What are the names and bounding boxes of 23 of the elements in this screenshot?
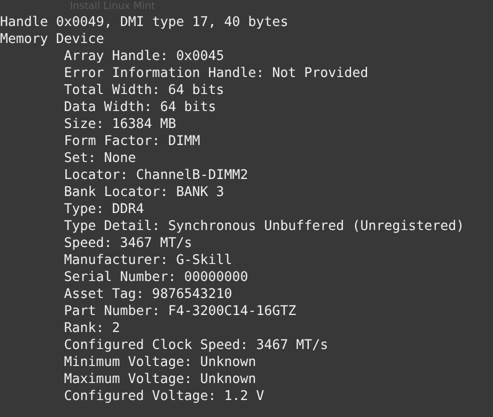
terminal-line: Maximum Voltage: Unknown — [64, 371, 256, 388]
terminal-line: Array Handle: 0x0045 — [64, 48, 224, 65]
terminal-line: Rank: 2 — [64, 320, 120, 337]
terminal-line: Memory Device — [0, 31, 104, 48]
terminal-line: Form Factor: DIMM — [64, 133, 200, 150]
terminal-line: Type Detail: Synchronous Unbuffered (Unregistered) — [64, 218, 464, 235]
terminal-line: Handle 0x0049, DMI type 17, 40 bytes — [0, 14, 288, 31]
terminal-line: Error Information Handle: Not Provided — [64, 65, 368, 82]
terminal-line: Manufacturer: G-Skill — [64, 252, 232, 269]
terminal-line: Configured Voltage: 1.2 V — [64, 388, 264, 405]
terminal-line: Total Width: 64 bits — [64, 82, 224, 99]
terminal-line: Size: 16384 MB — [64, 116, 176, 133]
terminal-line: Locator: ChannelB-DIMM2 — [64, 167, 248, 184]
terminal-line: Set: None — [64, 150, 136, 167]
terminal-line: Configured Clock Speed: 3467 MT/s — [64, 337, 328, 354]
terminal-line: Type: DDR4 — [64, 201, 144, 218]
terminal-line: Bank Locator: BANK 3 — [64, 184, 224, 201]
terminal-line: Minimum Voltage: Unknown — [64, 354, 256, 371]
terminal-line: Speed: 3467 MT/s — [64, 235, 192, 252]
terminal-line: Data Width: 64 bits — [64, 99, 216, 116]
terminal-line: Asset Tag: 9876543210 — [64, 286, 232, 303]
terminal-line: Part Number: F4-3200C14-16GTZ — [64, 303, 296, 320]
terminal-line: Serial Number: 00000000 — [64, 269, 248, 286]
